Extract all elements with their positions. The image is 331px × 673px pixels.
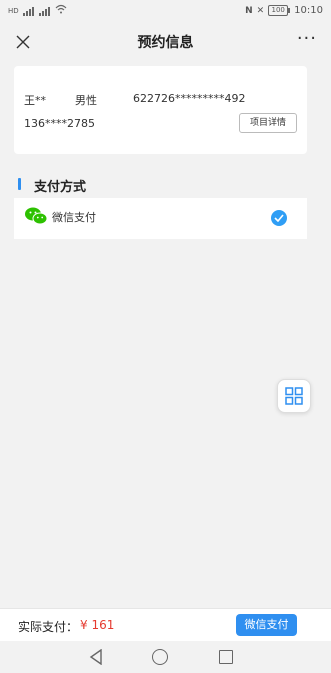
project-detail-button[interactable]: 项目详情 [239,113,297,133]
patient-name: 王** [24,94,46,107]
hd-label: HD [8,6,19,15]
patient-gender: 男性 [75,94,97,107]
selected-check-icon[interactable] [271,210,287,226]
floating-grid-button[interactable] [277,379,311,413]
status-bar: HD N ✕ 100 10:10 [0,0,331,22]
recent-apps-icon[interactable] [219,650,233,664]
page-title: 预约信息 [137,35,194,51]
nav-bar: 预约信息 ··· [0,22,331,62]
status-left: HD [8,4,67,17]
total-label: 实际支付： [18,620,79,634]
wifi-icon [55,4,67,17]
signal-icon [22,6,35,16]
grid-icon [285,387,303,405]
wechat-pay-button[interactable]: 微信支付 [236,614,297,636]
signal-icon-2 [38,6,51,16]
home-circle-icon[interactable] [152,649,168,665]
total-amount: ¥ 161 [80,618,115,632]
battery-level: 100 [271,6,285,14]
mute-icon: ✕ [256,5,265,16]
wechat-icon [24,206,48,226]
patient-id-number: 622726*********492 [133,92,246,105]
back-triangle-icon[interactable] [89,648,103,669]
section-accent-bar [18,178,21,190]
battery-icon: 100 [268,5,291,16]
patient-phone: 136****2785 [24,117,95,130]
payment-section-title: 支付方式 [34,180,87,195]
nfc-icon: N [245,5,253,16]
payment-method-wechat[interactable]: 微信支付 [14,198,307,239]
clock: 10:10 [294,5,323,16]
patient-info-card: 王** 男性 622726*********492 136****2785 项目… [14,66,307,154]
more-menu-icon[interactable]: ··· [297,28,317,49]
bottom-pay-bar: 实际支付： ¥ 161 微信支付 [0,608,331,641]
system-nav-bar [0,641,331,673]
payment-method-label: 微信支付 [52,211,96,224]
status-right: N ✕ 100 10:10 [245,5,323,16]
